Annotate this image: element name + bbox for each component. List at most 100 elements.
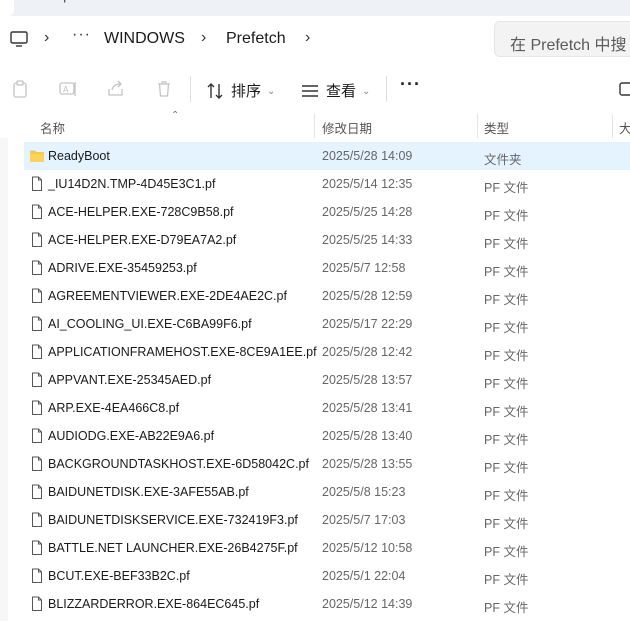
file-name: BACKGROUNDTASKHOST.EXE-6D58042C.pf <box>48 457 309 471</box>
file-type: PF 文件 <box>484 293 529 307</box>
share-icon[interactable] <box>106 79 126 99</box>
file-row[interactable]: BACKGROUNDTASKHOST.EXE-6D58042C.pf 2025/5… <box>0 450 630 478</box>
file-modified-date: 2025/5/7 17:03 <box>322 513 406 527</box>
file-row[interactable]: AI_COOLING_UI.EXE-C6BA99F6.pf 2025/5/17 2… <box>0 310 630 338</box>
toolbar-divider <box>386 76 387 102</box>
file-modified-date: 2025/5/7 12:58 <box>322 261 406 275</box>
file-type: PF 文件 <box>484 265 529 279</box>
file-name: ACE-HELPER.EXE-728C9B58.pf <box>48 205 234 219</box>
file-modified-date: 2025/5/25 14:33 <box>322 233 413 247</box>
file-row[interactable]: ACE-HELPER.EXE-728C9B58.pf 2025/5/25 14:2… <box>0 198 630 226</box>
column-header-size[interactable]: 大 <box>619 118 630 137</box>
file-type: PF 文件 <box>484 601 529 615</box>
file-row[interactable]: APPLICATIONFRAMEHOST.EXE-8CE9A1EE.pf 2025… <box>0 338 630 366</box>
active-tab-edge <box>0 0 14 16</box>
column-header-modified[interactable]: 修改日期 <box>322 118 372 137</box>
paste-icon[interactable] <box>10 79 30 99</box>
file-icon <box>29 456 45 472</box>
view-button[interactable]: 查看 ⌄ <box>326 80 370 101</box>
file-modified-date: 2025/5/1 22:04 <box>322 569 406 583</box>
chevron-right-icon[interactable]: › <box>305 29 310 47</box>
file-row[interactable]: BAIDUNETDISKSERVICE.EXE-732419F3.pf 2025/… <box>0 506 630 534</box>
file-modified-date: 2025/5/28 13:40 <box>322 429 413 443</box>
file-name: APPLICATIONFRAMEHOST.EXE-8CE9A1EE.pf <box>48 345 317 359</box>
file-icon <box>29 204 45 220</box>
folder-row[interactable]: ReadyBoot 2025/5/28 14:09 文件夹 <box>24 142 630 170</box>
file-icon <box>29 176 45 192</box>
file-icon <box>29 260 45 276</box>
breadcrumb-prefetch[interactable]: Prefetch <box>226 30 286 48</box>
rename-icon[interactable]: A <box>58 79 78 99</box>
file-modified-date: 2025/5/28 13:41 <box>322 401 413 415</box>
column-divider[interactable] <box>477 114 478 138</box>
breadcrumb-windows[interactable]: WINDOWS <box>104 30 185 48</box>
file-name: AI_COOLING_UI.EXE-C6BA99F6.pf <box>48 317 252 331</box>
file-modified-date: 2025/5/12 10:58 <box>322 541 413 555</box>
file-type: PF 文件 <box>484 461 529 475</box>
file-modified-date: 2025/5/8 15:23 <box>322 485 406 499</box>
column-divider[interactable] <box>612 114 613 138</box>
file-row[interactable]: BATTLE.NET LAUNCHER.EXE-26B4275F.pf 2025/… <box>0 534 630 562</box>
chevron-down-icon: ⌄ <box>362 86 371 97</box>
file-name: ADRIVE.EXE-35459253.pf <box>48 261 197 275</box>
file-row[interactable]: ARP.EXE-4EA466C8.pf 2025/5/28 13:41 PF 文件 <box>0 394 630 422</box>
file-type: PF 文件 <box>484 209 529 223</box>
file-modified-date: 2025/5/28 12:59 <box>322 289 413 303</box>
file-modified-date: 2025/5/28 13:57 <box>322 373 413 387</box>
view-icon[interactable] <box>300 81 320 101</box>
chevron-right-icon[interactable]: › <box>201 29 206 47</box>
file-type: PF 文件 <box>484 433 529 447</box>
file-icon <box>29 372 45 388</box>
file-name: BCUT.EXE-BEF33B2C.pf <box>48 569 190 583</box>
file-type: PF 文件 <box>484 489 529 503</box>
search-placeholder: 在 Prefetch 中搜 <box>510 37 627 54</box>
file-row[interactable]: AGREEMENTVIEWER.EXE-2DE4AE2C.pf 2025/5/28… <box>0 282 630 310</box>
file-row[interactable]: ACE-HELPER.EXE-D79EA7A2.pf 2025/5/25 14:3… <box>0 226 630 254</box>
column-header-name[interactable]: 名称 <box>40 118 65 137</box>
file-type: PF 文件 <box>484 545 529 559</box>
file-name: ReadyBoot <box>48 149 110 163</box>
file-modified-date: 2025/5/12 14:39 <box>322 597 413 611</box>
file-row[interactable]: APPVANT.EXE-25345AED.pf 2025/5/28 13:57 PF… <box>0 366 630 394</box>
delete-icon[interactable] <box>154 79 174 99</box>
address-bar: › ··· WINDOWS › Prefetch › 在 Prefetch 中搜 <box>0 16 630 64</box>
file-name: _IU14D2N.TMP-4D45E3C1.pf <box>48 177 216 191</box>
file-icon <box>29 512 45 528</box>
file-row[interactable]: ADRIVE.EXE-35459253.pf 2025/5/7 12:58 PF 文… <box>0 254 630 282</box>
file-type: PF 文件 <box>484 349 529 363</box>
file-modified-date: 2025/5/28 12:42 <box>322 345 413 359</box>
file-icon <box>29 428 45 444</box>
file-name: ACE-HELPER.EXE-D79EA7A2.pf <box>48 233 237 247</box>
toolbar-divider <box>190 76 191 102</box>
file-type: PF 文件 <box>484 237 529 251</box>
file-row[interactable]: BAIDUNETDISK.EXE-3AFE55AB.pf 2025/5/8 15:… <box>0 478 630 506</box>
file-row[interactable]: BCUT.EXE-BEF33B2C.pf 2025/5/1 22:04 PF 文件 <box>0 562 630 590</box>
svg-text:A: A <box>63 85 69 94</box>
file-list: ReadyBoot 2025/5/28 14:09 文件夹 _IU14D2N.TMP-… <box>0 142 630 618</box>
file-row[interactable]: AUDIODG.EXE-AB22E9A6.pf 2025/5/28 13:40 PF… <box>0 422 630 450</box>
file-name: BAIDUNETDISKSERVICE.EXE-732419F3.pf <box>48 513 298 527</box>
file-icon <box>29 484 45 500</box>
details-pane-icon[interactable] <box>618 79 630 99</box>
column-header-type[interactable]: 类型 <box>484 118 509 137</box>
file-modified-date: 2025/5/14 12:35 <box>322 177 413 191</box>
search-input[interactable]: 在 Prefetch 中搜 <box>494 21 630 57</box>
file-icon <box>29 316 45 332</box>
file-row[interactable]: BLIZZARDERROR.EXE-864EC645.pf 2025/5/12 1… <box>0 590 630 618</box>
breadcrumb-overflow-button[interactable]: ··· <box>72 26 91 44</box>
file-name: APPVANT.EXE-25345AED.pf <box>48 373 212 387</box>
file-row[interactable]: _IU14D2N.TMP-4D45E3C1.pf 2025/5/14 12:35 P… <box>0 170 630 198</box>
file-icon <box>29 288 45 304</box>
file-type: PF 文件 <box>484 517 529 531</box>
file-icon <box>29 344 45 360</box>
column-divider[interactable] <box>314 114 315 138</box>
file-type: PF 文件 <box>484 321 529 335</box>
new-tab-button[interactable]: + <box>60 0 69 9</box>
file-name: BAIDUNETDISK.EXE-3AFE55AB.pf <box>48 485 249 499</box>
chevron-down-icon: ⌄ <box>267 86 276 97</box>
sort-button[interactable]: 排序 ⌄ <box>231 80 275 101</box>
more-options-button[interactable]: ··· <box>400 74 421 95</box>
sort-icon[interactable] <box>206 81 226 101</box>
chevron-right-icon[interactable]: › <box>44 29 49 47</box>
this-pc-icon[interactable] <box>10 30 28 50</box>
